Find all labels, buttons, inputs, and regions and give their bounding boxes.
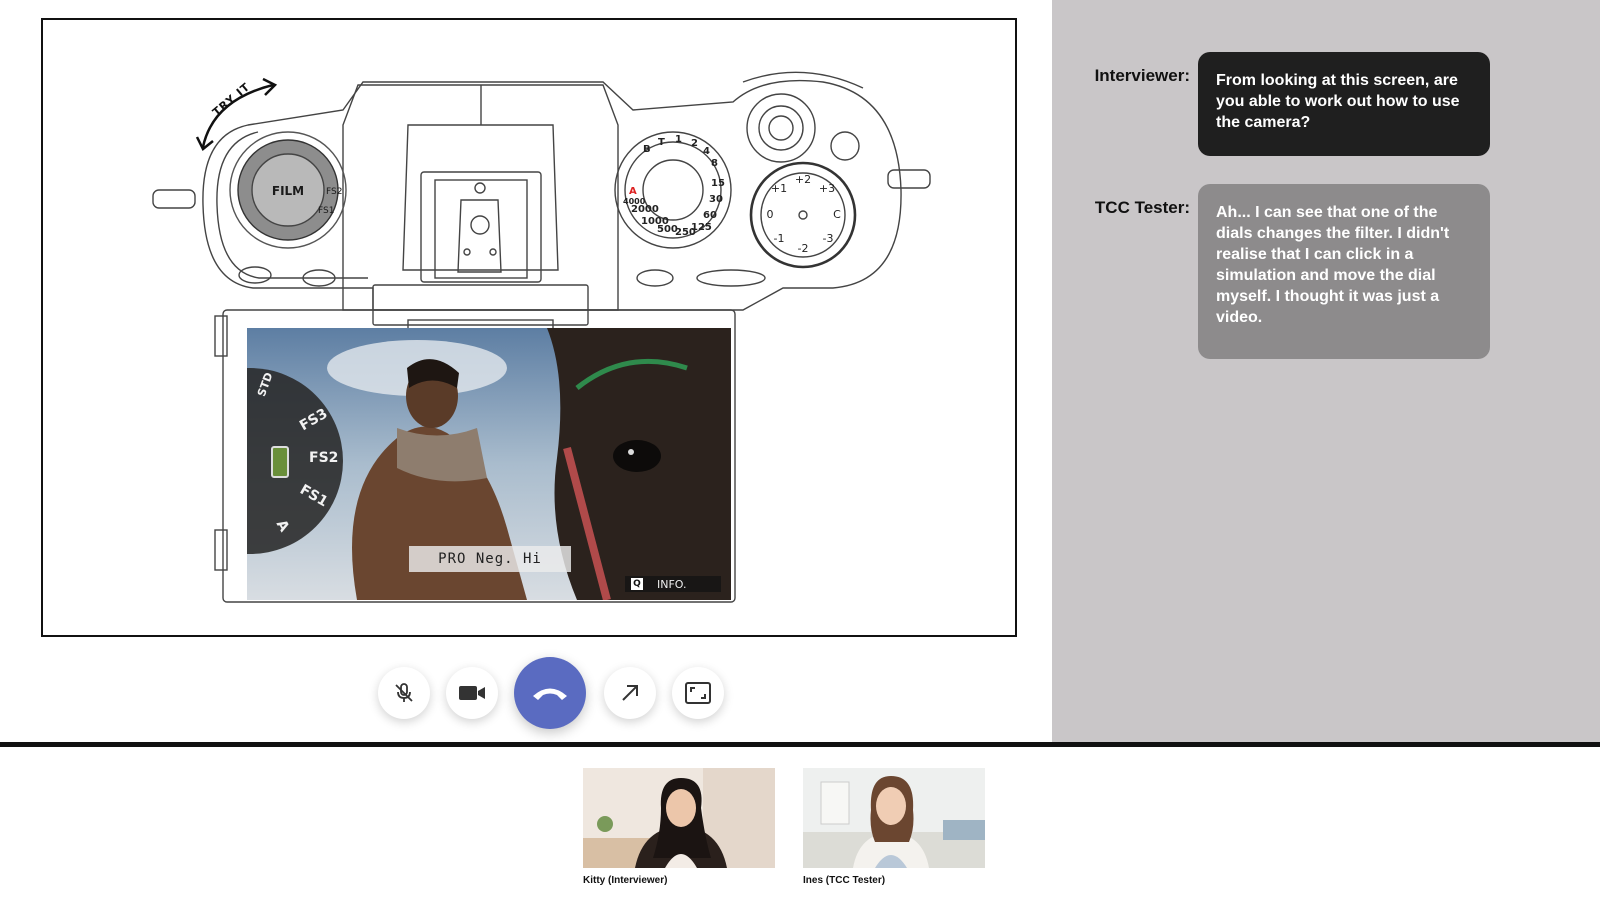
- mic-off-icon: [395, 683, 413, 702]
- try-it-hint: TRY IT: [193, 75, 283, 160]
- film-dial-mark: FS1: [318, 206, 334, 216]
- ev-dial-mark: 0: [767, 208, 774, 221]
- shutter-dial-mark: 2: [691, 138, 698, 149]
- film-simulation-caption: PRO Neg. Hi: [409, 546, 571, 572]
- shutter-dial-mark: A: [629, 186, 637, 197]
- end-call-button[interactable]: [514, 657, 586, 729]
- ev-dial-mark: +2: [795, 173, 811, 186]
- shutter-dial-mark: 4000: [623, 197, 646, 206]
- shutter-dial-mark: 30: [709, 194, 723, 205]
- film-option-selected[interactable]: FS2: [309, 450, 338, 466]
- info-label: INFO.: [657, 577, 687, 591]
- shutter-dial-mark: 4: [703, 146, 710, 157]
- ev-dial-mark: -2: [798, 242, 809, 255]
- message-bubble: Ah... I can see that one of the dials ch…: [1198, 184, 1490, 359]
- ev-dial-mark: -3: [823, 232, 834, 245]
- film-option[interactable]: A: [273, 517, 292, 534]
- film-option[interactable]: FS3: [297, 406, 330, 435]
- fullscreen-icon: [685, 682, 711, 704]
- film-dial-center-label: FILM: [272, 184, 304, 198]
- film-canister-icon: [271, 446, 289, 478]
- arrow-up-right-icon: [622, 685, 638, 701]
- film-option[interactable]: FS1: [297, 482, 330, 511]
- participant-video-kitty[interactable]: [583, 768, 775, 868]
- call-controls: [0, 657, 1030, 741]
- film-option[interactable]: STD: [255, 371, 276, 399]
- live-view-screen[interactable]: STD FS3 FS2 FS1 A PRO Neg. Hi Q INFO.: [247, 328, 731, 600]
- participant-name: Kitty (Interviewer): [583, 875, 668, 886]
- message-bubble: From looking at this screen, are you abl…: [1198, 52, 1490, 156]
- shared-screen[interactable]: FILM FS2 FS1 A B T 1 2 4 8 15 30 60 125 …: [41, 18, 1017, 637]
- participant-video-ines[interactable]: [803, 768, 995, 868]
- divider: [0, 742, 1600, 747]
- mute-button[interactable]: [378, 667, 430, 719]
- shutter-dial-mark: 15: [711, 178, 725, 189]
- share-button[interactable]: [604, 667, 656, 719]
- film-dial-mark: FS2: [326, 187, 342, 197]
- chat-transcript-panel: Interviewer: From looking at this screen…: [1052, 0, 1600, 742]
- video-camera-icon: [459, 686, 485, 700]
- shutter-dial-mark: 250: [675, 227, 696, 238]
- participant-photo: [583, 768, 775, 868]
- shutter-dial-mark: 60: [703, 210, 717, 221]
- ev-dial-mark: -1: [774, 232, 785, 245]
- participant-name: Ines (TCC Tester): [803, 875, 886, 886]
- shutter-dial-mark: 1000: [641, 216, 669, 227]
- phone-hangup-icon: [533, 688, 567, 700]
- speaker-label: Interviewer:: [1094, 66, 1190, 85]
- participant-photo: [803, 768, 985, 868]
- q-key-icon: Q: [631, 578, 643, 590]
- info-bar: Q INFO.: [625, 576, 721, 592]
- shutter-dial-mark: T: [658, 137, 665, 148]
- ev-dial-mark: +1: [771, 182, 787, 195]
- ev-dial-mark: C: [833, 208, 841, 221]
- fullscreen-button[interactable]: [672, 667, 724, 719]
- shutter-dial-mark: 1: [675, 134, 682, 145]
- speaker-label: TCC Tester:: [1094, 198, 1190, 217]
- shutter-dial-mark: 8: [711, 158, 718, 169]
- video-toggle-button[interactable]: [446, 667, 498, 719]
- ev-dial-mark: +3: [819, 182, 835, 195]
- shutter-dial-mark: B: [643, 144, 651, 155]
- video-call-window: FILM FS2 FS1 A B T 1 2 4 8 15 30 60 125 …: [0, 0, 1600, 900]
